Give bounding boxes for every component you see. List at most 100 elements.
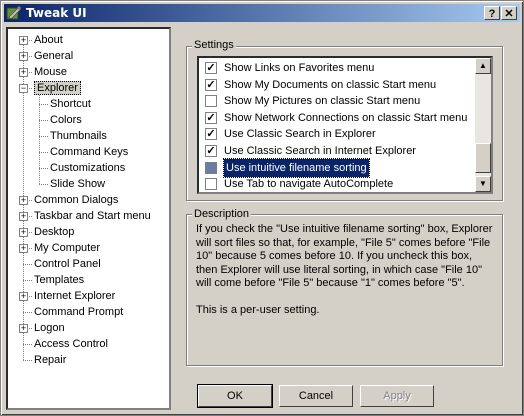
tree-item-repair[interactable]: Repair: [34, 352, 66, 368]
tree-item-command-prompt[interactable]: Command Prompt: [34, 304, 123, 320]
tree-item-mouse[interactable]: Mouse: [34, 64, 67, 80]
tree-item-common-dialogs[interactable]: Common Dialogs: [34, 192, 118, 208]
tree-item-label: My Computer: [34, 242, 101, 254]
setting-label: Show Network Connections on classic Star…: [224, 111, 468, 124]
setting-label: Use intuitive filename sorting: [223, 157, 370, 178]
tree-item-colors[interactable]: Colors: [50, 112, 82, 128]
tree-item-logon[interactable]: Logon: [34, 320, 65, 336]
tree-connector: [39, 136, 48, 137]
description-paragraph-1: If you check the "Use intuitive filename…: [196, 223, 493, 290]
scroll-thumb[interactable]: [475, 143, 491, 173]
tree-connector: [39, 120, 48, 121]
setting-label: Show Links on Favorites menu: [224, 62, 375, 74]
setting-label: Use Classic Search in Explorer: [224, 128, 376, 141]
tree-connector: [23, 360, 32, 361]
expand-icon[interactable]: +: [19, 212, 28, 221]
tree-item-label: Thumbnails: [50, 130, 107, 142]
title-bar: Tweak UI ? ✕: [4, 4, 520, 22]
tree-item-label: Slide Show: [50, 178, 106, 190]
expand-icon[interactable]: +: [19, 292, 28, 301]
tree-item-label: Access Control: [34, 338, 108, 350]
setting-label: Show My Documents on classic Start menu: [224, 78, 437, 91]
apply-button[interactable]: Apply: [360, 385, 434, 407]
scroll-up-arrow-icon[interactable]: ▲: [475, 58, 491, 74]
tree-item-label: Control Panel: [34, 258, 101, 270]
tree-connector: [23, 264, 32, 265]
tree-item-slide-show[interactable]: Slide Show: [50, 176, 105, 192]
expand-icon[interactable]: +: [19, 228, 28, 237]
tree-item-desktop[interactable]: Desktop: [34, 224, 74, 240]
tree-connector: [39, 104, 48, 105]
checkbox-checked[interactable]: ✓: [205, 111, 217, 124]
settings-group-label: Settings: [192, 39, 236, 51]
tree-item-templates[interactable]: Templates: [34, 272, 84, 288]
tree-item-my-computer[interactable]: My Computer: [34, 240, 100, 256]
tree-item-label: Repair: [34, 354, 67, 366]
settings-scrollbar[interactable]: ▲ ▼: [475, 58, 491, 192]
window-title: Tweak UI: [26, 6, 87, 20]
expand-icon[interactable]: +: [19, 196, 28, 205]
expand-icon[interactable]: +: [19, 324, 28, 333]
expand-icon[interactable]: +: [19, 68, 28, 77]
tree-item-internet-explorer[interactable]: Internet Explorer: [34, 288, 115, 304]
tree-connector: [39, 152, 48, 153]
category-tree[interactable]: + About + General + Mouse − Explorer Shortcut Col…: [6, 27, 171, 410]
tree-item-access-control[interactable]: Access Control: [34, 336, 108, 352]
tree-connector: [23, 344, 32, 345]
checkbox-unchecked[interactable]: [205, 95, 217, 108]
tree-connector: [23, 280, 32, 281]
tree-item-label: Internet Explorer: [34, 290, 116, 302]
tree-item-taskbar-and-start-menu[interactable]: Taskbar and Start menu: [34, 208, 151, 224]
tree-item-label: Templates: [34, 274, 85, 286]
help-button[interactable]: ?: [484, 6, 500, 20]
tree-connector: [39, 93, 40, 184]
tree-item-thumbnails[interactable]: Thumbnails: [50, 128, 107, 144]
description-group-label: Description: [192, 208, 252, 220]
collapse-icon[interactable]: −: [19, 84, 28, 93]
setting-label: Use Classic Search in Internet Explorer: [224, 145, 416, 157]
tree-item-shortcut[interactable]: Shortcut: [50, 96, 91, 112]
expand-icon[interactable]: +: [19, 244, 28, 253]
tree-item-label: Shortcut: [50, 98, 91, 110]
setting-label: Show My Pictures on classic Start menu: [224, 95, 421, 108]
tree-item-explorer[interactable]: Explorer: [34, 80, 81, 96]
checkbox-unchecked[interactable]: [205, 161, 217, 174]
tree-item-command-keys[interactable]: Command Keys: [50, 144, 128, 160]
checkbox-checked[interactable]: ✓: [205, 128, 217, 141]
tree-item-label: Command Prompt: [34, 306, 124, 318]
ok-button[interactable]: OK: [197, 384, 273, 408]
tree-connector: [39, 184, 48, 185]
scroll-down-arrow-icon[interactable]: ▼: [475, 176, 491, 192]
checkbox-checked[interactable]: ✓: [205, 78, 217, 91]
description-text: If you check the "Use intuitive filename…: [196, 223, 494, 318]
tree-item-customizations[interactable]: Customizations: [50, 160, 125, 176]
tree-item-label: Explorer: [34, 81, 81, 95]
description-paragraph-2: This is a per-user setting.: [196, 303, 320, 316]
tweak-ui-window: Tweak UI ? ✕ + About + General + Mouse − Explor…: [0, 0, 524, 416]
checkbox-unchecked[interactable]: [205, 178, 217, 191]
expand-icon[interactable]: +: [19, 52, 28, 61]
tree-item-label: General: [34, 50, 74, 62]
tree-connector: [23, 312, 32, 313]
tree-item-control-panel[interactable]: Control Panel: [34, 256, 101, 272]
close-button[interactable]: ✕: [501, 6, 517, 20]
tree-item-label: Mouse: [34, 66, 68, 78]
checkbox-checked[interactable]: ✓: [205, 145, 217, 157]
tree-item-label: Colors: [50, 114, 82, 126]
cancel-button[interactable]: Cancel: [279, 385, 353, 407]
expand-icon[interactable]: +: [19, 36, 28, 45]
tree-item-label: Common Dialogs: [34, 194, 119, 206]
tree-item-label: Desktop: [34, 226, 75, 238]
tree-item-about[interactable]: About: [34, 32, 63, 48]
tweak-ui-app-icon: [6, 6, 22, 20]
tree-item-label: Command Keys: [50, 146, 129, 158]
tree-item-label: Logon: [34, 322, 65, 334]
checkbox-checked[interactable]: ✓: [205, 62, 217, 74]
setting-label: Use Tab to navigate AutoComplete: [224, 178, 394, 191]
settings-list[interactable]: ✓ Show Links on Favorites menu ✓ Show My Do…: [197, 56, 493, 194]
tree-item-label: Customizations: [50, 162, 126, 174]
tree-item-label: Taskbar and Start menu: [34, 210, 151, 222]
tree-item-general[interactable]: General: [34, 48, 73, 64]
tree-connector: [39, 168, 48, 169]
tree-item-label: About: [34, 34, 63, 46]
